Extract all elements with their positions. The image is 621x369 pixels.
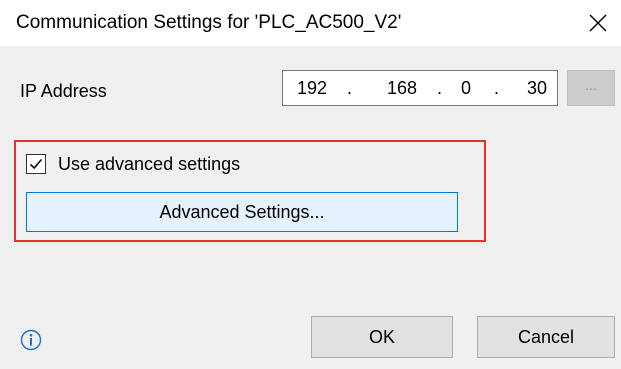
info-circle-icon[interactable]	[20, 329, 42, 351]
ip-separator-1: .	[347, 78, 353, 98]
close-icon	[589, 14, 607, 32]
ip-address-label: IP Address	[20, 81, 107, 101]
browse-button[interactable]: ...	[567, 70, 615, 106]
dialog-body: IP Address 192 . 168 . 0 . 30 ... Use ad…	[0, 46, 621, 369]
window-title: Communication Settings for 'PLC_AC500_V2…	[16, 12, 402, 33]
ip-separator-3: .	[494, 78, 500, 98]
ip-octet-2[interactable]: 168	[387, 78, 417, 98]
close-button[interactable]	[575, 0, 621, 46]
use-advanced-settings-checkbox[interactable]	[26, 154, 46, 174]
ip-separator-2: .	[437, 78, 443, 98]
ip-octet-4[interactable]: 30	[527, 78, 547, 98]
ip-octet-1[interactable]: 192	[297, 78, 327, 98]
ip-octet-3[interactable]: 0	[461, 78, 471, 98]
ok-button[interactable]: OK	[311, 316, 453, 358]
checkmark-icon	[29, 158, 43, 170]
ip-address-input[interactable]: 192 . 168 . 0 . 30	[282, 70, 558, 106]
cancel-button[interactable]: Cancel	[477, 316, 615, 358]
title-bar: Communication Settings for 'PLC_AC500_V2…	[0, 0, 621, 46]
use-advanced-settings-label[interactable]: Use advanced settings	[58, 153, 240, 175]
advanced-settings-button[interactable]: Advanced Settings...	[26, 192, 458, 232]
